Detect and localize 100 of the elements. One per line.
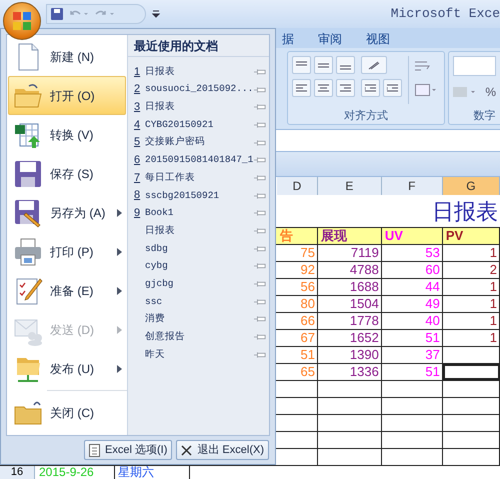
orientation-button[interactable]	[361, 56, 387, 74]
table-cell: 53	[382, 245, 443, 261]
recent-document[interactable]: 3 日报表	[128, 98, 269, 116]
pin-icon[interactable]	[254, 298, 266, 306]
align-icon	[340, 84, 351, 92]
recent-document[interactable]: 4 CYBG20150921	[128, 116, 269, 134]
recent-document[interactable]: 昨天	[128, 346, 269, 364]
percent-button[interactable]: %	[485, 83, 496, 101]
submenu-arrow-icon	[117, 364, 122, 372]
table-cell: 1	[442, 245, 500, 261]
column-header[interactable]: D	[277, 177, 318, 195]
column-header[interactable]: G	[442, 177, 500, 195]
column-heading: 告	[280, 229, 293, 243]
table-cell: 1	[442, 313, 500, 329]
close-icon	[181, 444, 192, 456]
column-header[interactable]: E	[318, 177, 382, 195]
recent-document[interactable]: gjcbg	[128, 275, 269, 293]
recent-document[interactable]: sdbg	[128, 240, 269, 258]
indent-icon	[365, 84, 376, 92]
options-button[interactable]: Excel 选项(I)	[84, 440, 172, 460]
recent-document[interactable]: 5 交接账户密码	[128, 134, 269, 152]
printer-icon	[12, 236, 44, 268]
recent-document[interactable]: 消费	[128, 310, 269, 328]
table-cell: 92	[277, 262, 318, 278]
pin-icon[interactable]	[254, 174, 266, 182]
table-cell: 44	[382, 279, 443, 295]
recent-document[interactable]: ssc	[128, 292, 269, 311]
table-cell: 67	[277, 330, 318, 346]
pin-icon[interactable]	[254, 156, 266, 164]
table-cell: 1	[442, 296, 500, 312]
table-cell: 51	[382, 364, 443, 380]
recent-document[interactable]: cybg	[128, 258, 269, 276]
indent-button[interactable]	[383, 79, 402, 97]
menu-item[interactable]: 新建 (N)	[8, 37, 126, 76]
pin-icon[interactable]	[254, 262, 266, 270]
table-cell: 1688	[318, 279, 382, 295]
menu-item[interactable]: 另存为 (A)	[8, 193, 126, 232]
recent-document[interactable]: 6 20150915081401847_1	[128, 151, 269, 170]
pin-icon[interactable]	[254, 227, 266, 236]
submenu-arrow-icon	[117, 326, 122, 334]
office-logo-icon	[12, 11, 32, 31]
table-cell: 51	[382, 330, 443, 346]
wrap-text-icon	[415, 60, 431, 72]
align-button[interactable]	[336, 79, 355, 97]
menu-item[interactable]: 转换 (V)	[8, 115, 126, 154]
align-button[interactable]	[336, 56, 355, 74]
row-header[interactable]: 16	[0, 466, 35, 479]
pin-icon[interactable]	[254, 103, 266, 112]
merge-cells-icon	[415, 84, 437, 96]
menu-item[interactable]: 打印 (P)	[8, 232, 126, 271]
recent-document[interactable]: 8 sscbg20150921	[128, 186, 269, 204]
submenu-arrow-icon	[117, 286, 122, 294]
customize-arrow-icon[interactable]	[152, 10, 160, 18]
pin-icon[interactable]	[254, 86, 266, 94]
table-cell: 51	[277, 347, 318, 363]
table-cell: 1652	[318, 330, 382, 346]
align-button[interactable]	[314, 56, 333, 74]
table-cell: 1	[442, 279, 500, 295]
column-heading: UV	[384, 229, 403, 243]
table-cell: 80	[277, 296, 318, 312]
number-format-field[interactable]	[453, 56, 496, 76]
align-icon	[296, 84, 307, 92]
pin-icon[interactable]	[254, 350, 266, 359]
recent-document[interactable]: 日报表	[128, 222, 269, 240]
pin-icon[interactable]	[254, 192, 266, 200]
table-cell: 75	[277, 245, 318, 261]
recent-document[interactable]: 9 Book1	[128, 204, 269, 222]
align-button[interactable]	[292, 56, 311, 74]
ribbon-tab[interactable]: 视图	[364, 30, 392, 48]
submenu-arrow-icon	[117, 248, 122, 256]
ribbon-tab[interactable]: 审阅	[316, 30, 344, 48]
pin-icon[interactable]	[254, 315, 266, 324]
pin-icon[interactable]	[254, 280, 266, 288]
pin-icon[interactable]	[254, 138, 266, 147]
group-label: 数字	[472, 108, 496, 124]
pin-icon[interactable]	[254, 120, 266, 129]
menu-item[interactable]: 发布 (U)	[8, 349, 126, 388]
exit-button[interactable]: 退出 Excel(X)	[176, 440, 269, 460]
recent-document[interactable]: 7 每日工作表	[128, 169, 269, 187]
table-cell: 2	[442, 262, 500, 278]
column-header[interactable]: F	[382, 177, 443, 195]
menu-item[interactable]: 准备 (E)	[8, 271, 126, 310]
align-button[interactable]	[292, 79, 311, 97]
indent-icon	[387, 84, 398, 92]
pin-icon[interactable]	[254, 68, 266, 76]
pin-icon[interactable]	[254, 244, 266, 253]
menu-item[interactable]: 打开 (O)	[8, 76, 126, 115]
ribbon-tab[interactable]: 据	[280, 30, 296, 48]
recent-document[interactable]: 创意报告	[128, 328, 269, 346]
pin-icon[interactable]	[254, 333, 266, 342]
menu-item[interactable]: 保存 (S)	[8, 154, 126, 193]
align-button[interactable]	[314, 79, 333, 97]
active-cell[interactable]	[442, 364, 500, 380]
pin-icon[interactable]	[254, 209, 266, 218]
recent-document[interactable]: 2 sousuoci_2015092...	[128, 80, 269, 98]
menu-item[interactable]: 关闭 (C)	[8, 393, 126, 432]
table-cell: 65	[277, 364, 318, 380]
recent-document[interactable]: 1 日报表	[128, 63, 269, 81]
document-settings-icon	[89, 444, 100, 456]
indent-button[interactable]	[361, 79, 380, 97]
